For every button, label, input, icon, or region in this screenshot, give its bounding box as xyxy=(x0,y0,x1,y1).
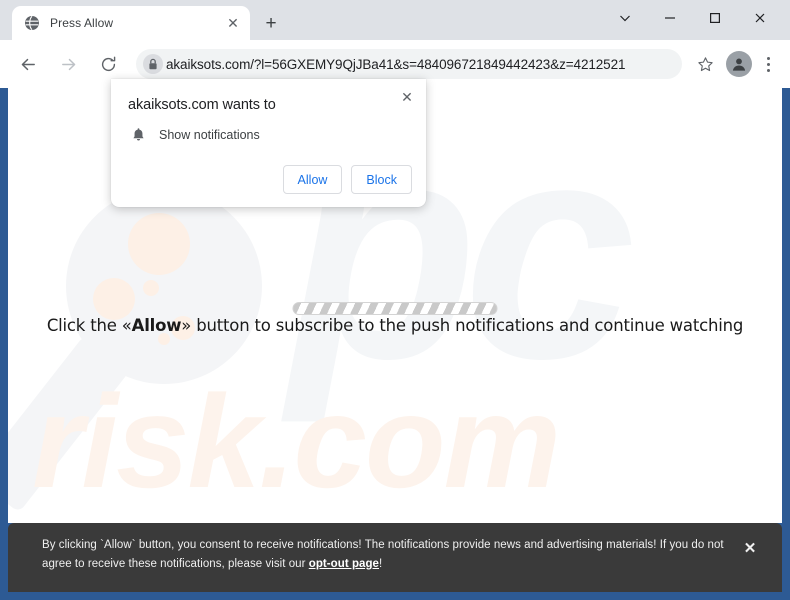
instruction-allow-word: Allow xyxy=(131,316,182,335)
profile-avatar[interactable] xyxy=(726,51,752,77)
browser-tab[interactable]: Press Allow ✕ xyxy=(12,6,250,40)
minimize-icon[interactable] xyxy=(647,1,692,35)
dialog-close-icon[interactable]: ✕ xyxy=(396,86,418,108)
consent-text-after-link: ! xyxy=(379,557,383,570)
watermark-dot xyxy=(93,278,135,320)
tab-search-icon[interactable] xyxy=(602,1,647,35)
consent-banner: By clicking `Allow` button, you consent … xyxy=(8,523,782,592)
permission-row: Show notifications xyxy=(128,125,260,145)
watermark-dot xyxy=(143,280,159,296)
instruction-prefix: Click the « xyxy=(46,316,132,335)
forward-arrow-icon[interactable] xyxy=(53,49,83,79)
dialog-actions: Allow Block xyxy=(282,165,412,194)
menu-dot xyxy=(766,62,770,66)
opt-out-link[interactable]: opt-out page xyxy=(309,558,379,570)
bell-icon xyxy=(128,125,148,145)
block-button[interactable]: Block xyxy=(351,165,412,194)
watermark-dot xyxy=(128,213,190,275)
back-arrow-icon[interactable] xyxy=(13,49,43,79)
watermark-magnifier-handle xyxy=(8,335,130,513)
address-bar[interactable]: akaiksots.com/?l=56GXEMY9QjJBa41&s=48409… xyxy=(136,49,682,79)
url-text: akaiksots.com/?l=56GXEMY9QjJBa41&s=48409… xyxy=(166,56,626,72)
consent-text: By clicking `Allow` button, you consent … xyxy=(42,536,728,573)
allow-button[interactable]: Allow xyxy=(282,165,343,194)
watermark-risk-text: risk.com xyxy=(32,368,561,515)
dialog-title: akaiksots.com wants to xyxy=(128,97,276,113)
menu-dot xyxy=(766,68,770,72)
tab-strip: Press Allow ✕ + xyxy=(0,0,790,40)
instruction-suffix: » button to subscribe to the push notifi… xyxy=(181,316,744,335)
star-icon[interactable] xyxy=(691,50,719,78)
three-dot-menu-icon[interactable] xyxy=(756,50,780,78)
lock-icon[interactable] xyxy=(140,52,166,76)
new-tab-button[interactable]: + xyxy=(258,10,284,36)
watermark-magnifier-lens xyxy=(66,188,262,384)
globe-icon xyxy=(24,15,40,31)
tab-close-icon[interactable]: ✕ xyxy=(224,14,242,32)
browser-window: Press Allow ✕ + akaiksots.com/?l=56GXEMY… xyxy=(0,0,790,600)
consent-close-icon[interactable]: ✕ xyxy=(741,539,759,557)
maximize-icon[interactable] xyxy=(692,1,737,35)
window-controls xyxy=(602,0,782,36)
reload-icon[interactable] xyxy=(93,49,123,79)
striped-progress-bar xyxy=(292,302,498,315)
menu-dot xyxy=(766,56,770,60)
page-instruction-text: Click the «Allow» button to subscribe to… xyxy=(8,316,782,335)
toolbar-right-actions xyxy=(688,50,782,78)
close-window-icon[interactable] xyxy=(737,1,782,35)
notification-permission-dialog: ✕ akaiksots.com wants to Show notificati… xyxy=(111,79,426,207)
permission-label: Show notifications xyxy=(159,128,260,142)
consent-text-before-link: By clicking `Allow` button, you consent … xyxy=(42,539,724,570)
tab-title: Press Allow xyxy=(50,16,114,30)
